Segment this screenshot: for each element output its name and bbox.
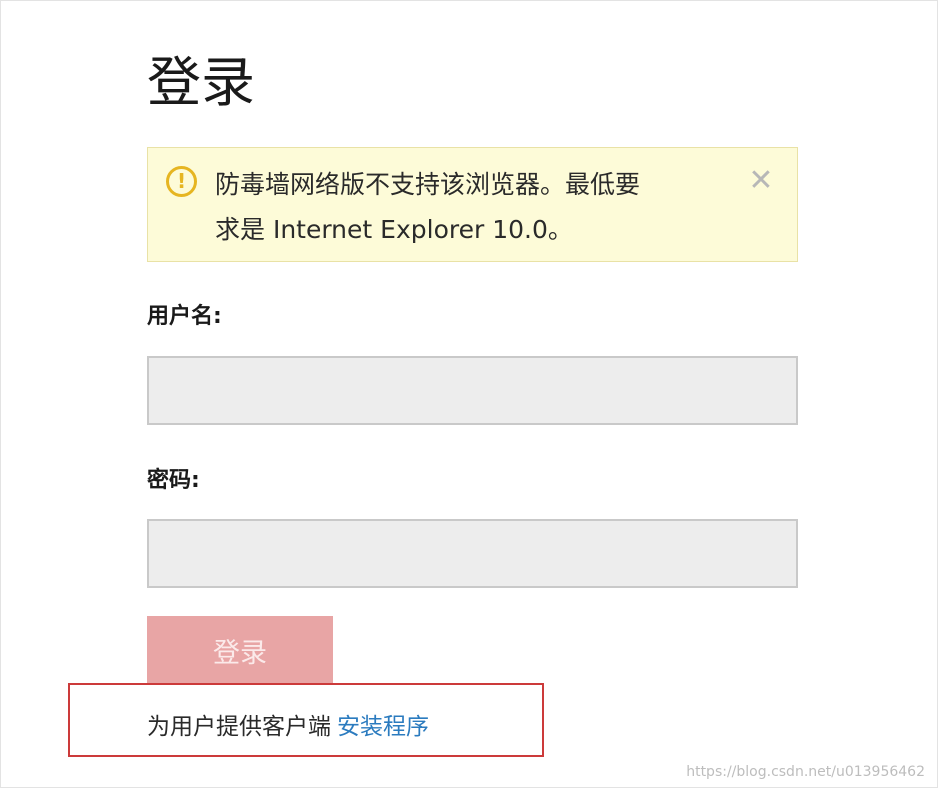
watermark: https://blog.csdn.net/u013956462 xyxy=(686,764,925,780)
browser-warning-alert: ! 防毒墙网络版不支持该浏览器。最低要 求是 Internet Explorer… xyxy=(147,147,798,262)
alert-message-line1: 防毒墙网络版不支持该浏览器。最低要 xyxy=(215,170,641,199)
alert-message: 防毒墙网络版不支持该浏览器。最低要 求是 Internet Explorer 1… xyxy=(215,162,715,252)
username-input[interactable] xyxy=(147,356,798,425)
login-panel: 登录 ! 防毒墙网络版不支持该浏览器。最低要 求是 Internet Explo… xyxy=(0,0,938,788)
install-program-link[interactable]: 安装程序 xyxy=(337,714,429,740)
alert-message-line2: 求是 Internet Explorer 10.0。 xyxy=(215,215,573,244)
client-install-line: 为用户提供客户端 安装程序 xyxy=(147,707,429,741)
page-title: 登录 xyxy=(147,51,255,114)
client-install-text: 为用户提供客户端 xyxy=(147,714,331,740)
login-button[interactable]: 登录 xyxy=(147,616,333,685)
username-label: 用户名: xyxy=(147,304,222,329)
warning-icon: ! xyxy=(166,166,197,197)
password-input[interactable] xyxy=(147,519,798,588)
password-label: 密码: xyxy=(147,468,200,493)
close-icon[interactable]: ✕ xyxy=(746,166,776,196)
